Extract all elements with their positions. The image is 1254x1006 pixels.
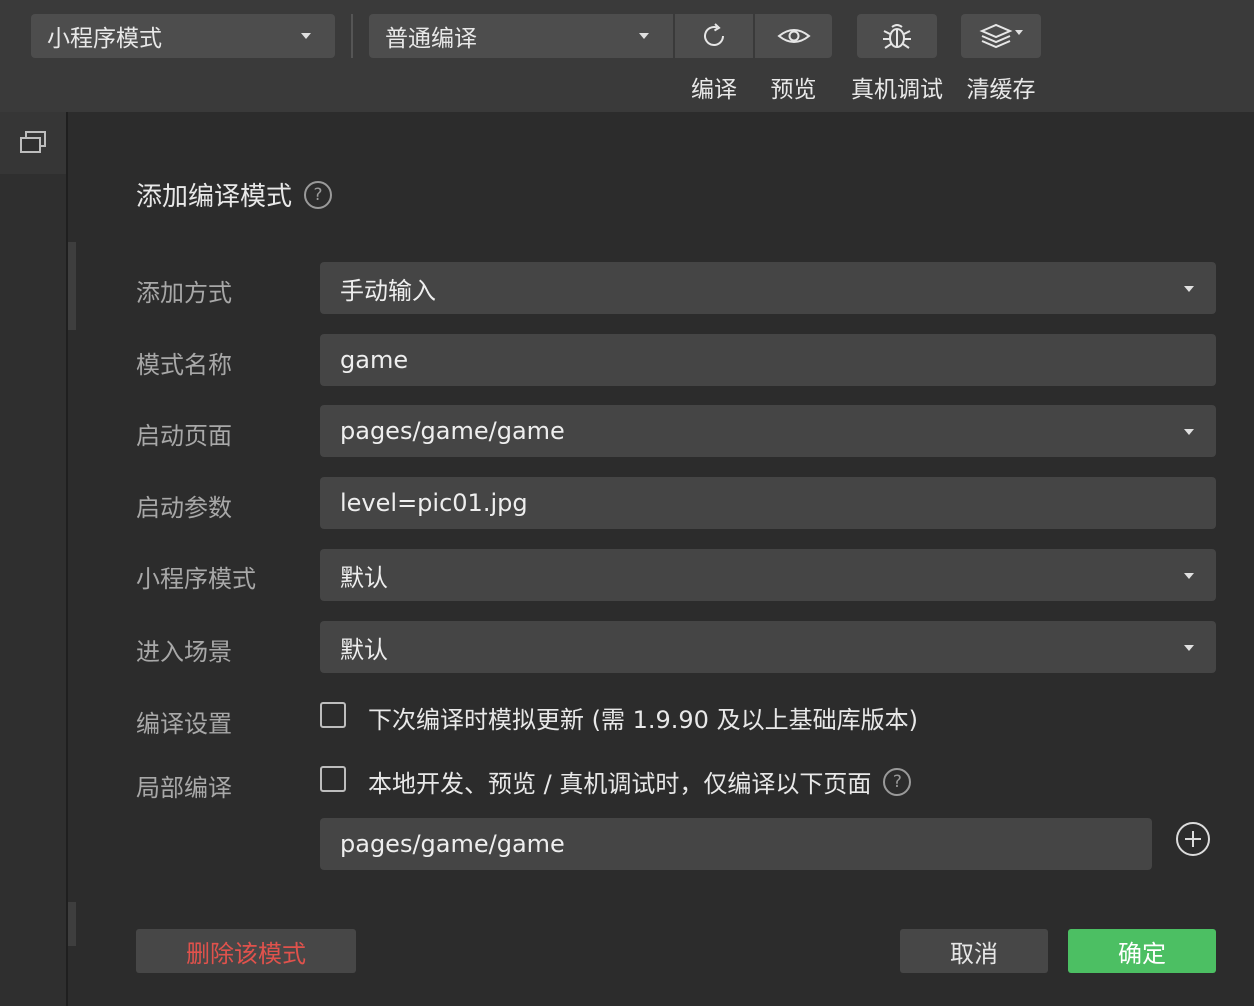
mini-mode-label: 小程序模式 [136, 565, 256, 593]
delete-mode-button[interactable]: 删除该模式 [136, 929, 356, 973]
compile-mode-select[interactable]: 普通编译 [369, 14, 673, 58]
chevron-down-icon [1184, 286, 1194, 292]
mini-mode-value: 默认 [340, 563, 388, 592]
start-page-select[interactable]: pages/game/game [320, 405, 1216, 457]
add-method-value: 手动输入 [340, 276, 436, 305]
mini-mode-select[interactable]: 默认 [320, 549, 1216, 601]
mode-name-value: game [340, 346, 409, 374]
add-method-select[interactable]: 手动输入 [320, 262, 1216, 314]
scrollbar-track-top[interactable] [68, 242, 76, 330]
remote-debug-label: 真机调试 [851, 77, 943, 103]
clear-cache-label: 清缓存 [966, 77, 1036, 103]
mode-name-input[interactable]: game [320, 334, 1216, 386]
partial-compile-label: 局部编译 [136, 774, 232, 802]
mode-select-value: 小程序模式 [47, 26, 162, 52]
mode-select[interactable]: 小程序模式 [31, 14, 335, 58]
window-icon [20, 131, 46, 153]
start-params-value: level=pic01.jpg [340, 489, 528, 517]
layers-icon [979, 23, 1013, 49]
refresh-icon [704, 23, 724, 46]
sidebar-tab[interactable] [0, 112, 66, 174]
toolbar: 小程序模式 普通编译 编译 预览 真机调试 清缓存 [0, 0, 1254, 112]
start-params-input[interactable]: level=pic01.jpg [320, 477, 1216, 529]
toolbar-divider [351, 14, 353, 58]
clear-cache-button[interactable] [961, 14, 1041, 58]
compile-label: 编译 [691, 77, 737, 103]
chevron-down-icon [1184, 429, 1194, 435]
chevron-down-icon [1184, 645, 1194, 651]
cancel-button[interactable]: 取消 [900, 929, 1048, 973]
sidebar [0, 112, 68, 1006]
chevron-down-icon [1015, 29, 1023, 35]
start-page-label: 启动页面 [136, 422, 232, 450]
chevron-down-icon [301, 33, 311, 39]
scene-select[interactable]: 默认 [320, 621, 1216, 673]
chevron-down-icon [639, 33, 649, 39]
scene-label: 进入场景 [136, 638, 232, 666]
confirm-button[interactable]: 确定 [1068, 929, 1216, 973]
preview-button[interactable] [755, 14, 832, 58]
help-icon[interactable]: ? [883, 767, 912, 796]
compile-settings-label: 编译设置 [136, 710, 232, 738]
remote-debug-button[interactable] [857, 14, 937, 58]
add-method-label: 添加方式 [136, 279, 232, 307]
add-page-button[interactable] [1176, 822, 1210, 856]
bug-icon [883, 24, 911, 49]
scrollbar-track-bottom[interactable] [68, 902, 76, 946]
compile-button[interactable] [675, 14, 753, 58]
plus-icon [1185, 831, 1201, 847]
chevron-down-icon [1184, 573, 1194, 579]
partial-compile-text: 本地开发、预览 / 真机调试时，仅编译以下页面 ? [368, 764, 912, 799]
simulate-update-checkbox[interactable] [320, 702, 346, 728]
mode-name-label: 模式名称 [136, 351, 232, 379]
simulate-update-text: 下次编译时模拟更新 (需 1.9.90 及以上基础库版本) [368, 706, 918, 734]
dialog-title: 添加编译模式 ? [136, 176, 333, 213]
dialog-title-text: 添加编译模式 [136, 182, 293, 212]
partial-compile-text-label: 本地开发、预览 / 真机调试时，仅编译以下页面 [368, 770, 872, 798]
eye-icon [776, 29, 811, 43]
scene-value: 默认 [340, 635, 388, 664]
compile-mode-value: 普通编译 [385, 26, 477, 52]
partial-compile-page-value: pages/game/game [340, 830, 565, 858]
start-page-value: pages/game/game [340, 417, 565, 445]
start-params-label: 启动参数 [136, 494, 232, 522]
help-icon[interactable]: ? [304, 180, 333, 209]
partial-compile-page-input[interactable]: pages/game/game [320, 818, 1152, 870]
preview-label: 预览 [770, 77, 817, 103]
partial-compile-checkbox[interactable] [320, 766, 346, 792]
